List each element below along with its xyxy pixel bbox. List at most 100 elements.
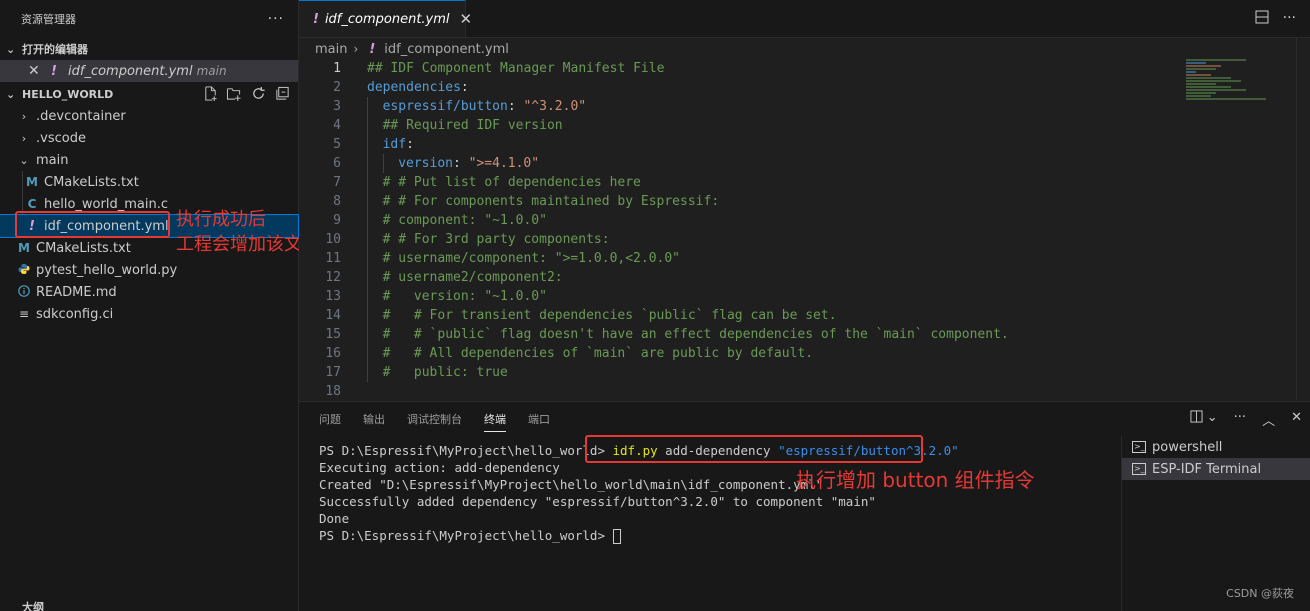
code-line: 11 # username/component: ">=1.0.0,<2.0.0"	[299, 249, 1189, 268]
terminal-item-label: powershell	[1152, 439, 1223, 455]
tree-item-label: sdkconfig.ci	[36, 306, 114, 322]
minimap[interactable]	[1186, 59, 1286, 104]
editor-area: ! idf_component.yml ✕ ··· main › ! idf_c…	[299, 0, 1310, 400]
folder-name: HELLO_WORLD	[22, 87, 114, 101]
code-line: 18	[299, 382, 1189, 401]
line-content: # # Put list of dependencies here	[367, 173, 641, 192]
refresh-icon[interactable]	[250, 86, 266, 102]
explorer-header: 资源管理器 ···	[0, 0, 298, 38]
maximize-panel-icon[interactable]: ︿	[1262, 410, 1275, 429]
editor-tabbar: ! idf_component.yml ✕ ···	[299, 0, 1310, 38]
more-actions-icon[interactable]: ···	[1234, 410, 1246, 429]
chevron-down-icon: ⌄	[6, 87, 16, 101]
line-content: # version: "~1.0.0"	[367, 287, 547, 306]
code-line: 9 # component: "~1.0.0"	[299, 211, 1189, 230]
python-file-icon	[16, 263, 32, 278]
line-content: # # For transient dependencies `public` …	[367, 306, 837, 325]
code-line: 14 # # For transient dependencies `public…	[299, 306, 1189, 325]
close-panel-icon[interactable]: ✕	[1291, 410, 1302, 429]
tree-folder-main[interactable]: ⌄ main	[0, 149, 298, 171]
tree-folder-vscode[interactable]: › .vscode	[0, 127, 298, 149]
breadcrumb: main › ! idf_component.yml	[299, 38, 1310, 60]
outline-section-title[interactable]: 大纲	[0, 599, 298, 611]
code-line: 2 dependencies:	[299, 78, 1189, 97]
code-line: 8 # # For components maintained by Espres…	[299, 192, 1189, 211]
open-editors-section[interactable]: ⌄ 打开的编辑器	[0, 38, 298, 60]
yaml-file-icon: !	[51, 63, 57, 79]
new-file-icon[interactable]	[202, 86, 218, 102]
panel-tabs: 问题 输出 调试控制台 终端 端口 ⌄ ··· ︿ ✕	[299, 402, 1310, 436]
terminal-icon: >_	[1132, 441, 1146, 453]
editor-scrollbar[interactable]	[1296, 38, 1310, 400]
line-number: 7	[333, 175, 341, 190]
bottom-panel: 问题 输出 调试控制台 终端 端口 ⌄ ··· ︿ ✕ PS D:\Espres…	[299, 401, 1310, 611]
annotation-file-created-line1: 执行成功后	[176, 209, 266, 230]
line-number: 14	[325, 308, 341, 323]
tree-folder-devcontainer[interactable]: › .devcontainer	[0, 105, 298, 127]
chevron-right-icon: ›	[21, 109, 27, 123]
tab-problems[interactable]: 问题	[319, 411, 341, 427]
split-editor-icon[interactable]	[1255, 10, 1269, 28]
tab-idf-component[interactable]: ! idf_component.yml ✕	[299, 0, 472, 37]
open-editor-folder: main	[196, 64, 227, 78]
line-content: # component: "~1.0.0"	[367, 211, 547, 230]
tree-item-label: CMakeLists.txt	[44, 174, 139, 190]
chevron-down-icon: ⌄	[6, 42, 16, 56]
line-number: 5	[333, 137, 341, 152]
highlight-box	[585, 435, 923, 463]
collapse-all-icon[interactable]	[274, 86, 290, 102]
line-number: 3	[333, 99, 341, 114]
breadcrumb-folder[interactable]: main	[315, 42, 347, 57]
line-content: ## IDF Component Manager Manifest File	[367, 61, 665, 76]
line-number: 9	[333, 213, 341, 228]
line-number: 2	[333, 80, 341, 95]
new-folder-icon[interactable]	[226, 86, 242, 102]
terminal-item-powershell[interactable]: >_ powershell	[1122, 436, 1310, 458]
tab-output[interactable]: 输出	[363, 411, 385, 427]
yaml-file-icon: !	[369, 41, 376, 57]
tree-file-sdkconfig[interactable]: ≡ sdkconfig.ci	[0, 303, 298, 325]
tree-file-main-cmakelists[interactable]: M CMakeLists.txt	[0, 171, 298, 193]
tree-item-label: .vscode	[36, 130, 86, 146]
code-line: 12 # username2/component2:	[299, 268, 1189, 287]
terminal-prompt: PS D:\Espressif\MyProject\hello_world>	[319, 443, 613, 458]
close-icon[interactable]: ✕	[460, 10, 473, 28]
tree-file-pytest[interactable]: pytest_hello_world.py	[0, 259, 298, 281]
line-number: 13	[325, 289, 341, 304]
line-number: 11	[325, 251, 341, 266]
code-editor[interactable]: 1 ## IDF Component Manager Manifest File 2…	[299, 59, 1189, 401]
folder-section-title[interactable]: ⌄ HELLO_WORLD	[0, 83, 298, 105]
tab-debug-console[interactable]: 调试控制台	[407, 411, 462, 427]
code-line: 7 # # Put list of dependencies here	[299, 173, 1189, 192]
tree-file-readme[interactable]: README.md	[0, 281, 298, 303]
c-file-icon: C	[27, 197, 37, 211]
terminal-item-label: ESP-IDF Terminal	[1152, 461, 1262, 477]
split-terminal-icon[interactable]	[1190, 410, 1203, 429]
tree-item-label: README.md	[36, 284, 117, 300]
more-actions-icon[interactable]: ···	[268, 11, 284, 27]
line-number: 18	[325, 384, 341, 399]
terminal-item-esp-idf[interactable]: >_ ESP-IDF Terminal	[1122, 458, 1310, 480]
line-content: version: ">=4.1.0"	[367, 154, 539, 173]
highlight-box	[15, 211, 170, 238]
line-number: 17	[325, 365, 341, 380]
code-line: 4 ## Required IDF version	[299, 116, 1189, 135]
info-icon	[16, 284, 32, 300]
line-content: # # All dependencies of `main` are publi…	[367, 344, 813, 363]
chevron-down-icon[interactable]: ⌄	[1207, 410, 1218, 429]
tab-ports[interactable]: 端口	[528, 411, 550, 427]
yaml-file-icon: !	[313, 11, 319, 27]
tree-item-label: hello_world_main.c	[44, 196, 168, 212]
open-editor-item[interactable]: ✕ ! idf_component.yml main	[0, 60, 298, 82]
tab-terminal[interactable]: 终端	[484, 411, 506, 432]
close-icon[interactable]: ✕	[28, 63, 46, 79]
code-line: 6 version: ">=4.1.0"	[299, 154, 1189, 173]
code-line: 16 # # All dependencies of `main` are pub…	[299, 344, 1189, 363]
line-number: 8	[333, 194, 341, 209]
more-actions-icon[interactable]: ···	[1283, 10, 1296, 28]
line-content: espressif/button: "^3.2.0"	[367, 97, 586, 116]
breadcrumb-file[interactable]: idf_component.yml	[384, 42, 509, 57]
tree-item-label: main	[36, 152, 69, 168]
line-content: # # `public` flag doesn't have an effect…	[367, 325, 1009, 344]
line-content: # username2/component2:	[367, 268, 563, 287]
